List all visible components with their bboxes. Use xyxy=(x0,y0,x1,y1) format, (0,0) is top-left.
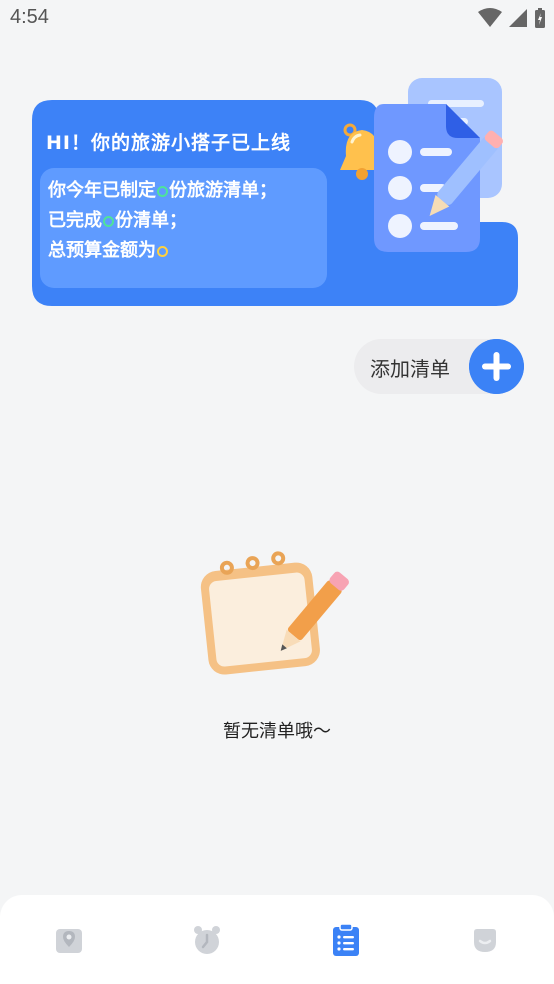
stat-plans-created: 你今年已制定0份旅游清单； xyxy=(48,176,319,206)
tab-map[interactable] xyxy=(0,895,138,984)
checklist-document-icon xyxy=(374,78,503,252)
add-list-label: 添加清单 xyxy=(370,357,450,381)
status-icons xyxy=(478,7,546,29)
map-pin-icon xyxy=(56,928,82,953)
stat-plans-created-prefix: 你今年已制定 xyxy=(48,180,156,201)
add-list-button[interactable]: 添加清单 xyxy=(354,339,524,394)
empty-state-message: 暂无清单哦～ xyxy=(223,721,331,742)
wifi-icon xyxy=(478,8,502,27)
stat-plans-completed: 已完成0份清单； xyxy=(48,206,319,236)
tab-checklist[interactable] xyxy=(277,895,415,984)
profile-icon xyxy=(474,928,496,952)
plus-icon[interactable] xyxy=(469,339,524,394)
banner-greeting: HI！你的旅游小搭子已上线 xyxy=(46,132,291,154)
tab-profile[interactable] xyxy=(416,895,554,984)
stat-plans-completed-prefix: 已完成 xyxy=(48,210,102,231)
stat-plans-completed-suffix: 份清单； xyxy=(115,210,187,231)
bottom-tab-bar xyxy=(0,895,554,984)
stat-plans-completed-value: 0 xyxy=(103,216,114,227)
tab-reminder[interactable] xyxy=(138,895,276,984)
status-time: 4:54 xyxy=(10,6,49,28)
battery-icon xyxy=(535,8,545,28)
stats-box: 你今年已制定0份旅游清单； 已完成0份清单； 总预算金额为0 xyxy=(40,168,327,288)
stat-plans-created-suffix: 份旅游清单； xyxy=(169,180,277,201)
stat-plans-created-value: 0 xyxy=(157,186,168,197)
alarm-clock-icon xyxy=(194,925,220,954)
cell-signal-icon xyxy=(509,9,527,27)
clipboard-list-icon xyxy=(333,922,359,956)
stat-budget-total: 总预算金额为0 xyxy=(48,236,319,266)
stat-budget-total-prefix: 总预算金额为 xyxy=(48,240,156,261)
status-bar: 4:54 xyxy=(0,0,554,40)
notepad-pencil-icon xyxy=(200,551,349,675)
stat-budget-total-value: 0 xyxy=(157,246,168,257)
